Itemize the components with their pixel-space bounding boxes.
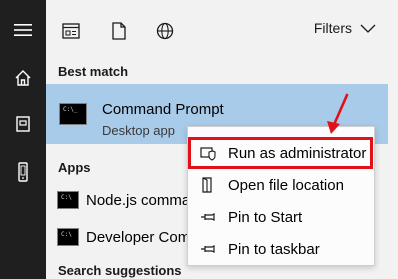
filter-bar: Filters	[46, 0, 398, 58]
best-match-title: Command Prompt	[102, 101, 224, 118]
documents-filter-button[interactable]	[102, 14, 136, 48]
best-match-subtitle: Desktop app	[102, 123, 175, 138]
web-filter-icon	[156, 22, 174, 40]
pin-icon	[201, 213, 215, 221]
pin-to-start-label: Pin to Start	[228, 209, 303, 226]
pin-icon	[201, 245, 215, 253]
console-app-icon: C:\	[57, 191, 79, 209]
console-app-icon: C:\	[57, 228, 79, 246]
phone-button[interactable]	[0, 152, 46, 192]
documents-filter-icon	[112, 22, 126, 40]
hamburger-menu-icon	[14, 24, 32, 36]
chevron-down-icon	[360, 24, 376, 33]
filters-label: Filters	[313, 20, 352, 36]
annotation-highlight-box	[188, 137, 373, 169]
notebook-button[interactable]	[0, 104, 46, 144]
hamburger-menu-button[interactable]	[0, 10, 46, 50]
web-filter-button[interactable]	[148, 14, 182, 48]
app-result-label: Developer Com	[86, 229, 191, 246]
folder-location-icon	[202, 177, 212, 193]
apps-filter-icon	[62, 23, 80, 39]
notebook-icon	[16, 116, 30, 132]
annotation-arrow-icon	[327, 93, 349, 134]
phone-icon	[18, 162, 28, 182]
apps-filter-button[interactable]	[54, 14, 88, 48]
pin-to-start-item[interactable]: Pin to Start	[188, 201, 374, 233]
best-match-heading: Best match	[58, 64, 129, 79]
home-button[interactable]	[0, 58, 46, 98]
pin-to-taskbar-label: Pin to taskbar	[228, 241, 320, 258]
start-rail	[0, 0, 46, 279]
open-file-location-item[interactable]: Open file location	[188, 169, 374, 201]
open-file-location-label: Open file location	[228, 177, 344, 194]
search-suggestions-heading: Search suggestions	[58, 263, 182, 278]
command-prompt-icon: C:\_	[59, 103, 87, 125]
pin-to-taskbar-item[interactable]: Pin to taskbar	[188, 233, 374, 265]
apps-heading: Apps	[58, 160, 91, 175]
app-result-label: Node.js comma	[86, 192, 191, 209]
home-icon	[15, 70, 31, 86]
context-menu: Run as administrator Open file location …	[187, 126, 375, 266]
filters-dropdown[interactable]: Filters	[314, 20, 376, 36]
